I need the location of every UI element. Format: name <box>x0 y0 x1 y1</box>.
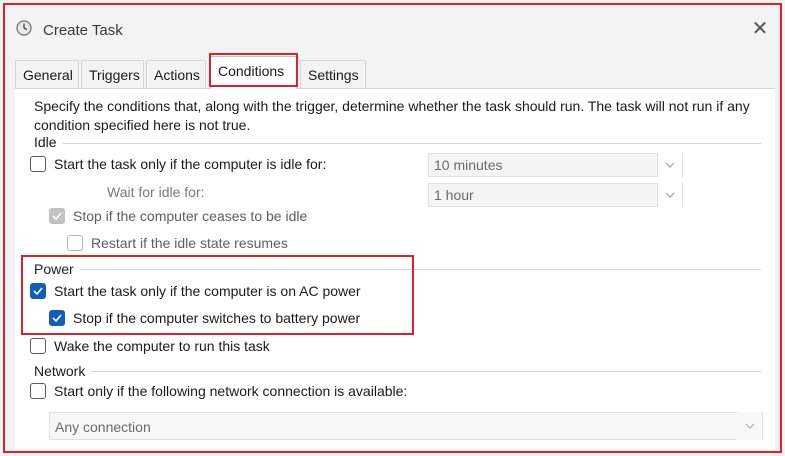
close-icon[interactable]: ✕ <box>748 17 772 41</box>
network-group-label: Network <box>34 363 92 379</box>
restart-if-idle-checkbox <box>67 235 83 251</box>
battery-stop-checkbox[interactable] <box>49 310 65 326</box>
tab-conditions[interactable]: Conditions <box>210 56 297 89</box>
wait-for-idle-label: Wait for idle for: <box>107 184 205 200</box>
wait-for-idle-row: Wait for idle for: <box>107 184 205 200</box>
tab-actions[interactable]: Actions <box>146 60 206 88</box>
network-available-row[interactable]: Start only if the following network conn… <box>30 383 407 399</box>
stop-if-not-idle-label: Stop if the computer ceases to be idle <box>73 208 308 224</box>
clock-icon <box>16 20 32 36</box>
tab-settings[interactable]: Settings <box>300 60 366 88</box>
power-group-divider <box>34 269 761 270</box>
stop-if-not-idle-checkbox <box>49 208 65 224</box>
start-if-idle-label: Start the task only if the computer is i… <box>54 156 327 172</box>
chevron-down-icon <box>737 412 762 440</box>
start-if-idle-row[interactable]: Start the task only if the computer is i… <box>30 156 326 172</box>
network-group-divider <box>34 371 761 372</box>
start-if-idle-checkbox[interactable] <box>30 156 46 172</box>
tab-general[interactable]: General <box>15 60 79 88</box>
wake-computer-checkbox[interactable] <box>30 338 46 354</box>
title-bar: Create Task ✕ <box>5 5 780 45</box>
stop-if-not-idle-row: Stop if the computer ceases to be idle <box>49 208 307 224</box>
network-connection-value: Any connection <box>55 419 151 435</box>
chevron-down-icon <box>657 183 682 207</box>
battery-stop-label: Stop if the computer switches to battery… <box>73 310 361 326</box>
network-connection-select: Any connection <box>49 412 763 440</box>
wake-computer-label: Wake the computer to run this task <box>54 338 270 354</box>
wait-for-idle-select: 1 hour <box>428 183 683 207</box>
window-title: Create Task <box>43 22 123 39</box>
chevron-down-icon <box>657 153 682 177</box>
battery-stop-row[interactable]: Stop if the computer switches to battery… <box>49 310 360 326</box>
wait-for-idle-value: 1 hour <box>434 187 474 203</box>
create-task-window: Create Task ✕ General Triggers Actions C… <box>0 0 785 456</box>
conditions-description: Specify the conditions that, along with … <box>34 98 750 133</box>
idle-duration-select: 10 minutes <box>428 153 683 177</box>
idle-group-divider <box>34 143 761 144</box>
network-available-label: Start only if the following network conn… <box>54 383 408 399</box>
tab-triggers[interactable]: Triggers <box>81 60 144 88</box>
wake-computer-row[interactable]: Wake the computer to run this task <box>30 338 270 354</box>
idle-group-label: Idle <box>34 134 63 150</box>
restart-if-idle-row: Restart if the idle state resumes <box>67 235 288 251</box>
ac-power-checkbox[interactable] <box>30 283 46 299</box>
power-group-label: Power <box>34 261 80 277</box>
restart-if-idle-label: Restart if the idle state resumes <box>91 235 288 251</box>
network-available-checkbox[interactable] <box>30 383 46 399</box>
ac-power-row[interactable]: Start the task only if the computer is o… <box>30 283 361 299</box>
ac-power-label: Start the task only if the computer is o… <box>54 283 361 299</box>
idle-duration-value: 10 minutes <box>434 157 503 173</box>
